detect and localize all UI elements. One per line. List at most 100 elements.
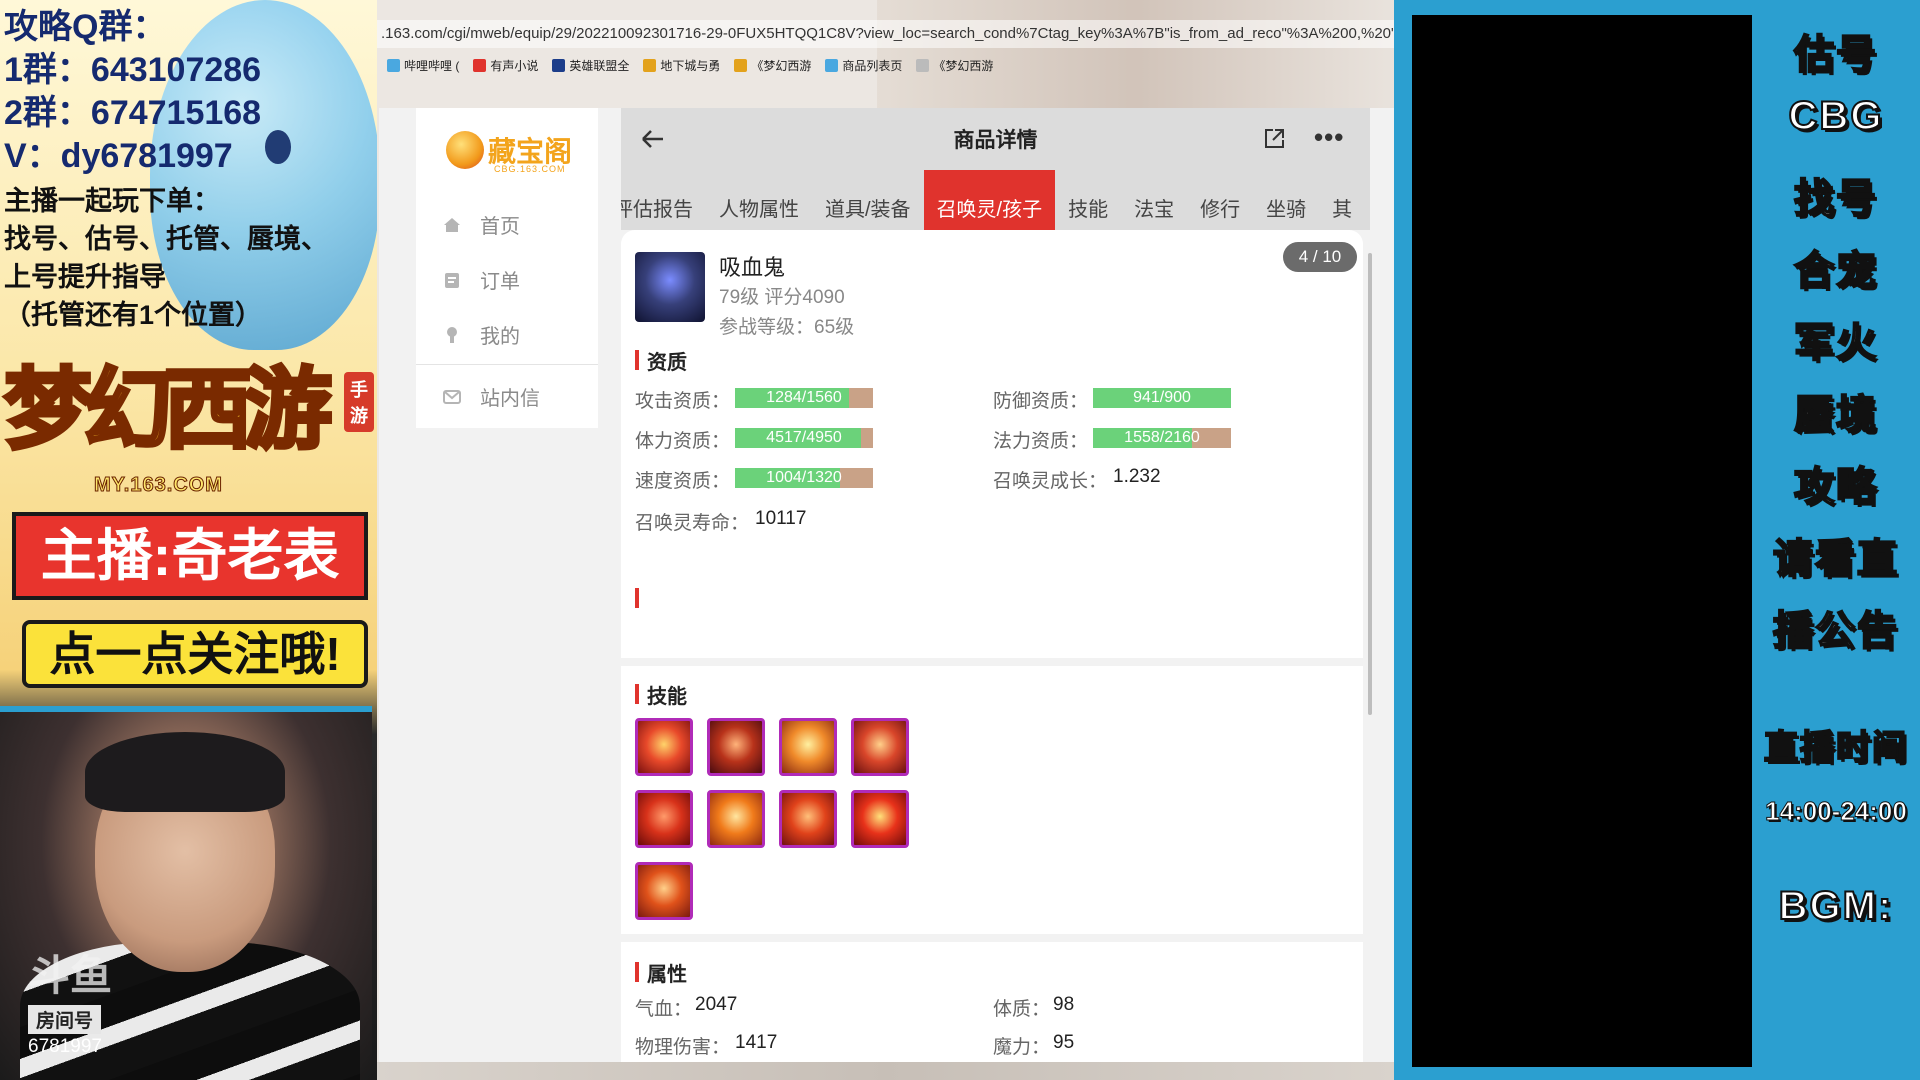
attribute-value: 95 — [1053, 1032, 1075, 1053]
tab-character[interactable]: 人物属性 — [706, 170, 812, 230]
room-label: 房间号 — [28, 1005, 102, 1034]
detail-tabs: 评估报告 人物属性 道具/装备 召唤灵/孩子 技能 法宝 修行 坐骑 其 — [621, 170, 1370, 230]
host-banner: 主播:奇老表 — [12, 512, 368, 600]
sidebar-divider — [416, 364, 598, 365]
promo-line: 上号提升指导 — [4, 262, 166, 292]
sidebar-item-label: 站内信 — [480, 388, 540, 410]
growth-value: 1.232 — [1113, 466, 1161, 487]
external-link-icon — [1265, 129, 1284, 148]
home-icon — [444, 217, 460, 232]
qq-line: V：dy6781997 — [4, 137, 233, 175]
service-promo: 主播一起玩下单： 找号、估号、托管、蜃境、 上号提升指导 （托管还有1个位置） — [4, 182, 334, 334]
pet-name: 吸血鬼 — [719, 255, 786, 280]
share-button[interactable] — [1261, 126, 1287, 152]
sidebar-item-label: 我的 — [480, 326, 520, 348]
overlay-right-item: 蜃境 — [1793, 392, 1878, 438]
skills-card: 技能 — [621, 666, 1363, 934]
pet-avatar[interactable] — [635, 252, 705, 322]
sidebar-item-orders[interactable]: 订单 — [442, 265, 520, 294]
room-number: 6781997 — [28, 1036, 102, 1057]
bookmark-favicon-icon — [916, 58, 930, 72]
aptitude-label: 体力资质： — [635, 431, 731, 452]
bookmark-favicon-icon — [387, 58, 400, 72]
attributes-section-title: 属性 — [635, 958, 687, 987]
skill-icon[interactable] — [779, 790, 837, 848]
more-dots-icon: ••• — [1314, 122, 1345, 152]
bookmark-favicon-icon — [643, 58, 657, 72]
bookmark-item[interactable]: 有声小说 — [473, 52, 538, 78]
game-logo: 梦幻西游 手游 MY.163.COM — [2, 350, 374, 510]
sidebar-item-label: 订单 — [480, 271, 520, 293]
stream-overlay-right: 估号 CBG 找号 合宠 军火 蜃境 攻略 请看直 播公告 直播时间 14:00… — [1752, 0, 1920, 1080]
bookmark-favicon-icon — [473, 58, 487, 72]
bookmark-item[interactable]: 《梦幻西游 — [916, 52, 993, 78]
overlay-right-item: 军火 — [1793, 320, 1878, 366]
skill-icon[interactable] — [851, 718, 909, 776]
sidebar-item-home[interactable]: 首页 — [442, 210, 520, 239]
aptitude-value: 1284/1560 — [766, 389, 842, 406]
attribute-label: 魔力： — [993, 1037, 1051, 1058]
skill-icon[interactable] — [707, 790, 765, 848]
address-bar[interactable]: .163.com/cgi/mweb/equip/29/2022100923017… — [377, 20, 1394, 48]
bookmark-item[interactable]: 《梦幻西游 — [734, 52, 811, 78]
pet-info-card: 吸血鬼 79级 评分4090 参战等级：65级 4 / 10 资质 攻击资质： … — [621, 230, 1363, 658]
sidebar-item-mine[interactable]: 我的 — [442, 320, 520, 349]
attribute-value: 98 — [1053, 994, 1075, 1015]
aptitude-value: 1558/2160 — [1124, 429, 1200, 446]
tab-skills[interactable]: 技能 — [1055, 170, 1121, 230]
skill-icon[interactable] — [851, 790, 909, 848]
aptitude-value: 4517/4950 — [766, 429, 842, 446]
qq-line: 2群：674715168 — [4, 94, 262, 132]
skill-icon[interactable] — [635, 862, 693, 920]
tab-mounts[interactable]: 坐骑 — [1253, 170, 1319, 230]
qq-line: 1群：643107286 — [4, 51, 262, 89]
mascot-eye — [265, 130, 291, 164]
aptitude-label: 攻击资质： — [635, 391, 731, 412]
promo-line: 找号、估号、托管、蜃境、 — [4, 224, 328, 254]
webcam-feed: 斗鱼 房间号 6781997 — [0, 706, 372, 1080]
overlay-right-item: 播公告 — [1772, 608, 1899, 654]
skill-icon[interactable] — [779, 718, 837, 776]
detail-header: 商品详情 ••• — [621, 108, 1370, 170]
item-detail-panel: 商品详情 ••• 评估报告 人物属性 道具/装备 召唤灵/孩子 技能 法宝 修行… — [621, 108, 1372, 1064]
bookmark-item[interactable]: 商品列表页 — [825, 52, 902, 78]
aptitude-section-title: 资质 — [635, 346, 687, 375]
tab-equipment[interactable]: 道具/装备 — [812, 170, 924, 230]
aptitude-bar: 1284/1560 — [735, 388, 873, 408]
aptitude-bar: 4517/4950 — [735, 428, 873, 448]
bookmark-item[interactable]: 地下城与勇 — [643, 52, 720, 78]
game-logo-tag: 手游 — [344, 372, 374, 432]
attribute-label: 物理伤害： — [635, 1037, 731, 1058]
bookmark-item[interactable]: 哔哩哔哩 ( — [387, 52, 459, 78]
growth-label: 召唤灵成长： — [993, 471, 1108, 492]
webcam-hair — [85, 732, 285, 812]
pet-pager-badge: 4 / 10 — [1283, 242, 1357, 272]
game-logo-text: 梦幻西游 — [2, 356, 334, 463]
tab-treasures[interactable]: 法宝 — [1121, 170, 1187, 230]
aptitude-bar: 1558/2160 — [1093, 428, 1231, 448]
tab-evaluation[interactable]: 评估报告 — [621, 170, 706, 230]
attributes-card: 属性 气血： 2047 体质： 98 物理伤害： 1417 魔力： 95 — [621, 942, 1363, 1064]
skill-icon[interactable] — [635, 790, 693, 848]
bookmark-favicon-icon — [734, 58, 748, 72]
black-placeholder — [1412, 15, 1752, 1067]
bookmark-item[interactable]: 英雄联盟全 — [552, 52, 629, 78]
tab-cultivation[interactable]: 修行 — [1187, 170, 1253, 230]
skill-icon[interactable] — [707, 718, 765, 776]
tab-pets[interactable]: 召唤灵/孩子 — [923, 170, 1056, 230]
aptitude-bar: 1004/1320 — [735, 468, 873, 488]
scrollbar[interactable] — [1368, 253, 1372, 715]
mail-icon — [443, 389, 461, 404]
overlay-right-item: 请看直 — [1772, 536, 1899, 582]
bgm-label: BGM: — [1778, 883, 1894, 929]
more-options-button[interactable]: ••• — [1314, 122, 1344, 153]
sidebar-item-label: 首页 — [480, 216, 520, 238]
aptitude-label: 法力资质： — [993, 431, 1089, 452]
skill-icon[interactable] — [635, 718, 693, 776]
aptitude-value: 941/900 — [1133, 389, 1191, 406]
follow-banner: 点一点关注哦! — [22, 620, 368, 688]
pet-battle-level: 参战等级：65级 — [719, 317, 855, 338]
overlay-right-item: 攻略 — [1793, 464, 1878, 510]
tab-other[interactable]: 其 — [1319, 170, 1365, 230]
sidebar-item-messages[interactable]: 站内信 — [442, 382, 540, 411]
